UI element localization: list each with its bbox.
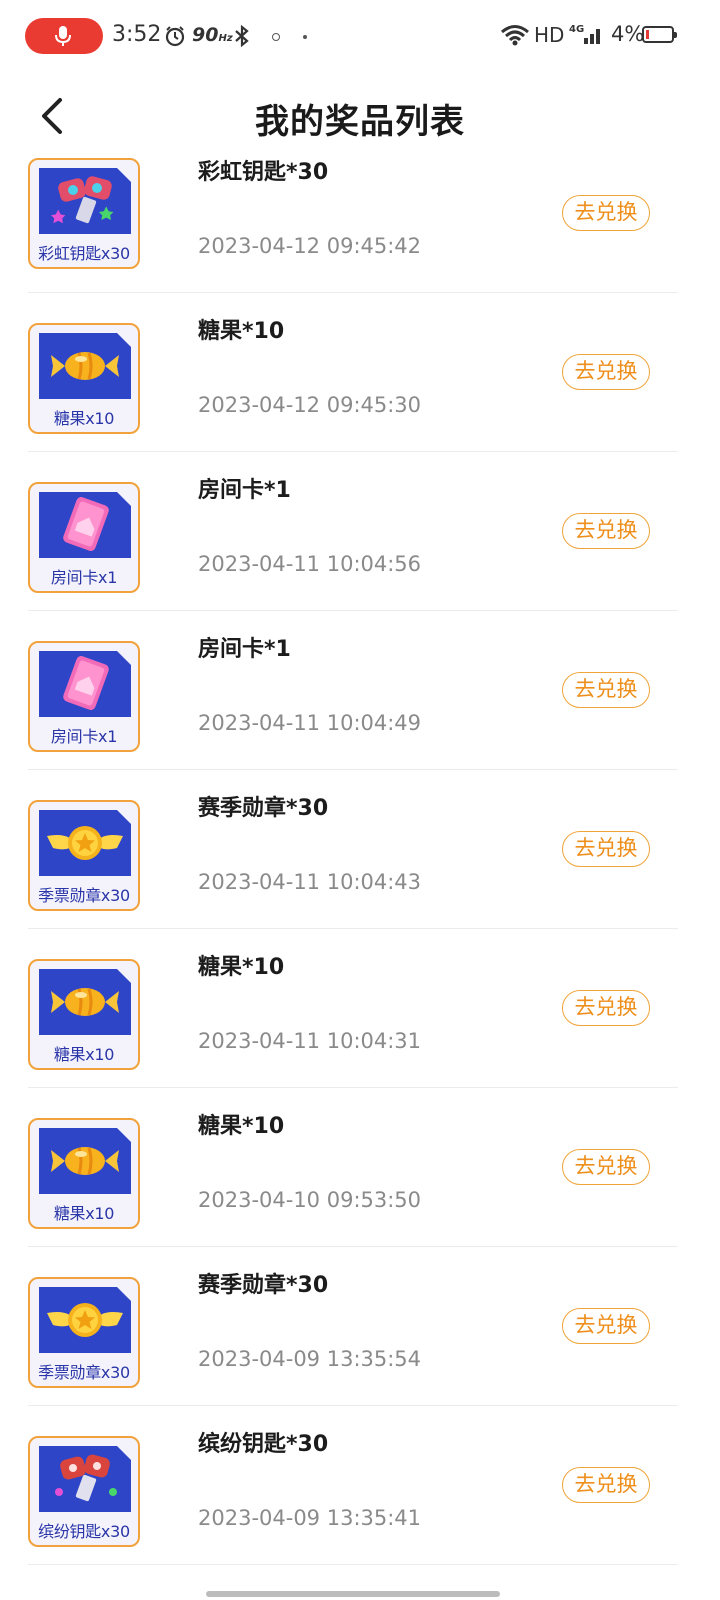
prize-name: 房间卡*1 [198, 478, 291, 503]
redeem-button[interactable]: 去兑换 [562, 354, 650, 390]
battery-percent: 4% [611, 22, 645, 46]
prize-caption: 房间卡x1 [50, 727, 118, 746]
list-item: 彩虹钥匙x30 彩虹钥匙*30 2023-04-12 09:45:42 去兑换 [28, 134, 678, 293]
list-item: 糖果x10 糖果*10 2023-04-10 09:53:50 去兑换 [28, 1088, 678, 1247]
prize-caption: 缤纷钥匙x30 [38, 1522, 130, 1541]
prize-caption: 糖果x10 [53, 409, 115, 428]
prize-name: 房间卡*1 [198, 637, 291, 662]
list-item: 房间卡x1 房间卡*1 2023-04-11 10:04:49 去兑换 [28, 611, 678, 770]
redeem-button[interactable]: 去兑换 [562, 672, 650, 708]
prize-time: 2023-04-11 10:04:56 [198, 552, 422, 576]
season-medal-icon [47, 1303, 123, 1337]
notification-dot-icon [272, 33, 280, 41]
list-item: 糖果x10 糖果*10 2023-04-11 10:04:31 去兑换 [28, 929, 678, 1088]
list-item: 季票勋章x30 赛季勋章*30 2023-04-09 13:35:54 去兑换 [28, 1247, 678, 1406]
season-medal-icon [47, 826, 123, 860]
prize-name: 缤纷钥匙*30 [198, 1432, 329, 1457]
prize-thumbnail: 季票勋章x30 [28, 800, 140, 911]
room-card-icon [63, 497, 109, 551]
status-bar: 3:52 90Hz HD 4G 4% [0, 0, 720, 72]
prize-thumbnail: 房间卡x1 [28, 482, 140, 593]
home-indicator[interactable] [206, 1591, 500, 1597]
prize-time: 2023-04-09 13:35:54 [198, 1347, 422, 1371]
candy-icon [51, 352, 119, 380]
prize-name: 赛季勋章*30 [198, 1273, 329, 1298]
redeem-button[interactable]: 去兑换 [562, 831, 650, 867]
prize-name: 糖果*10 [198, 319, 285, 344]
signal-strength-icon [584, 29, 600, 44]
prize-caption: 糖果x10 [53, 1204, 115, 1223]
more-notifications-dot-icon [303, 35, 307, 39]
prize-thumbnail: 缤纷钥匙x30 [28, 1436, 140, 1547]
list-item: 季票勋章x30 赛季勋章*30 2023-04-11 10:04:43 去兑换 [28, 770, 678, 929]
redeem-button[interactable]: 去兑换 [562, 513, 650, 549]
candy-icon [51, 1147, 119, 1175]
bluetooth-icon [235, 24, 249, 48]
battery-icon [642, 26, 677, 43]
redeem-button[interactable]: 去兑换 [562, 1308, 650, 1344]
redeem-button[interactable]: 去兑换 [562, 1467, 650, 1503]
prize-time: 2023-04-09 13:35:41 [198, 1506, 422, 1530]
hd-indicator: HD [534, 23, 565, 47]
prize-thumbnail: 糖果x10 [28, 1118, 140, 1229]
prize-caption: 房间卡x1 [50, 568, 118, 587]
prize-time: 2023-04-10 09:53:50 [198, 1188, 422, 1212]
prize-name: 赛季勋章*30 [198, 796, 329, 821]
list-item: 房间卡x1 房间卡*1 2023-04-11 10:04:56 去兑换 [28, 452, 678, 611]
room-card-icon [63, 656, 109, 710]
prize-thumbnail: 糖果x10 [28, 323, 140, 434]
prize-time: 2023-04-12 09:45:30 [198, 393, 422, 417]
clock-time: 3:52 [112, 22, 162, 47]
candy-icon [51, 988, 119, 1016]
colorful-key-icon [55, 1454, 117, 1502]
prize-caption: 季票勋章x30 [38, 1363, 130, 1382]
refresh-rate: 90Hz [192, 24, 233, 46]
alarm-icon [165, 26, 185, 47]
prize-thumbnail: 房间卡x1 [28, 641, 140, 752]
prize-thumbnail: 糖果x10 [28, 959, 140, 1070]
prize-thumbnail: 彩虹钥匙x30 [28, 158, 140, 269]
prize-name: 彩虹钥匙*30 [198, 160, 329, 185]
redeem-button[interactable]: 去兑换 [562, 1149, 650, 1185]
rainbow-key-icon [51, 176, 114, 224]
prize-caption: 糖果x10 [53, 1045, 115, 1064]
prize-name: 糖果*10 [198, 955, 285, 980]
prize-time: 2023-04-12 09:45:42 [198, 234, 422, 258]
prize-time: 2023-04-11 10:04:49 [198, 711, 422, 735]
mic-recording-indicator[interactable] [25, 18, 103, 54]
prize-time: 2023-04-11 10:04:43 [198, 870, 422, 894]
network-generation: 4G [569, 24, 585, 35]
prize-caption: 季票勋章x30 [38, 886, 130, 905]
list-item: 缤纷钥匙x30 缤纷钥匙*30 2023-04-09 13:35:41 去兑换 [28, 1406, 678, 1565]
redeem-button[interactable]: 去兑换 [562, 195, 650, 231]
redeem-button[interactable]: 去兑换 [562, 990, 650, 1026]
prize-caption: 彩虹钥匙x30 [38, 244, 130, 263]
prize-thumbnail: 季票勋章x30 [28, 1277, 140, 1388]
prize-time: 2023-04-11 10:04:31 [198, 1029, 422, 1053]
microphone-icon [55, 26, 71, 46]
prize-name: 糖果*10 [198, 1114, 285, 1139]
list-item: 糖果x10 糖果*10 2023-04-12 09:45:30 去兑换 [28, 293, 678, 452]
wifi-icon [501, 25, 529, 46]
